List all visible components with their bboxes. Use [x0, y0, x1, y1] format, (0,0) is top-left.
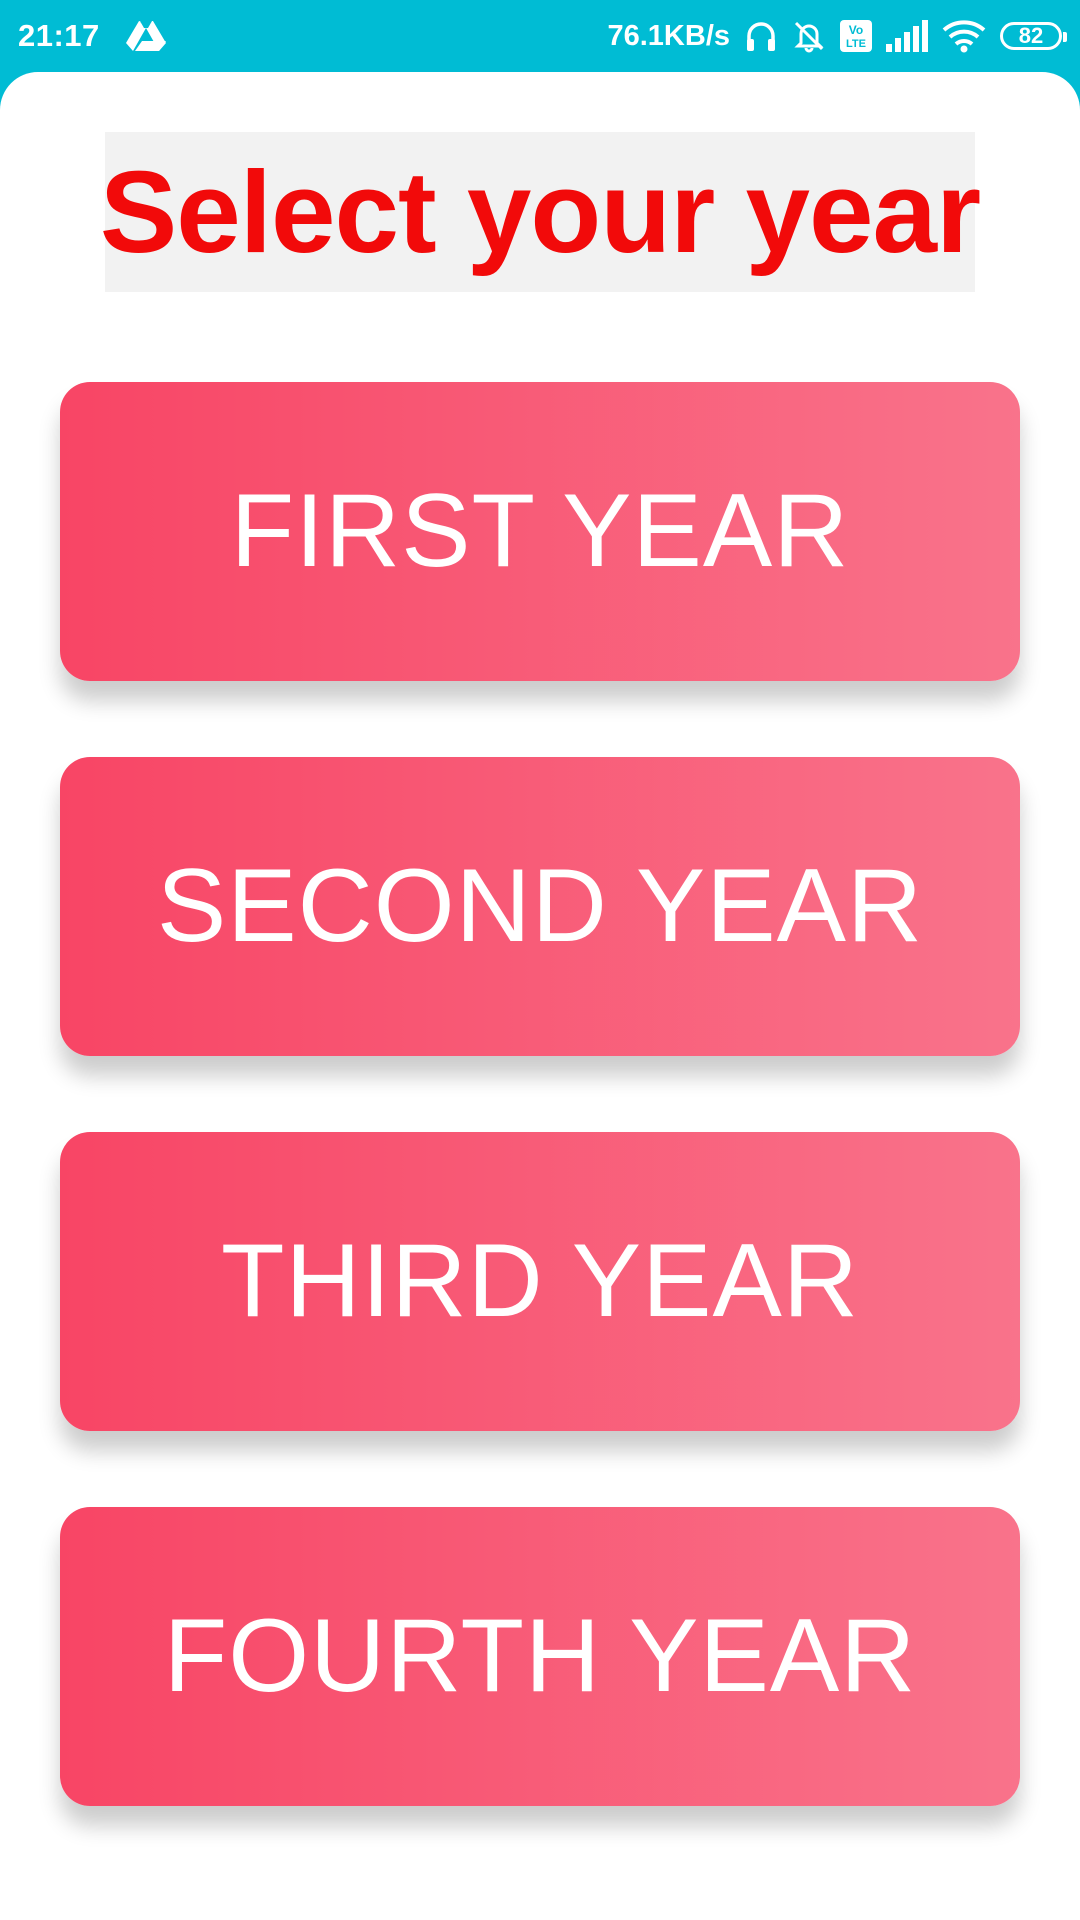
page-title: Select your year — [99, 147, 981, 277]
wifi-icon — [942, 20, 986, 53]
volte-icon: Vo LTE — [840, 20, 872, 52]
battery-level: 82 — [1018, 23, 1044, 48]
drive-icon — [125, 21, 166, 51]
status-bar-right: 76.1KB/s Vo LTE 82 — [607, 0, 1067, 72]
title-box: Select your year — [100, 132, 981, 292]
main-content: Select your year FIRST YEAR SECOND YEAR … — [0, 72, 1080, 1920]
second-year-button[interactable]: SECOND YEAR — [60, 757, 1020, 1056]
volte-label-bottom: LTE — [846, 38, 866, 50]
first-year-button[interactable]: FIRST YEAR — [60, 382, 1020, 681]
signal-icon — [886, 20, 928, 52]
network-speed: 76.1KB/s — [607, 19, 730, 52]
bell-muted-icon — [794, 21, 824, 53]
status-time: 21:17 — [18, 18, 100, 53]
fourth-year-button[interactable]: FOURTH YEAR — [60, 1507, 1020, 1806]
headphones-icon — [747, 22, 775, 51]
status-bar: 21:17 76.1KB/s Vo LTE 82 — [0, 0, 1080, 72]
status-bar-left: 21:17 — [18, 0, 166, 72]
battery-icon: 82 — [1000, 22, 1067, 50]
volte-label-top: Vo — [849, 23, 863, 37]
third-year-button[interactable]: THIRD YEAR — [60, 1132, 1020, 1431]
